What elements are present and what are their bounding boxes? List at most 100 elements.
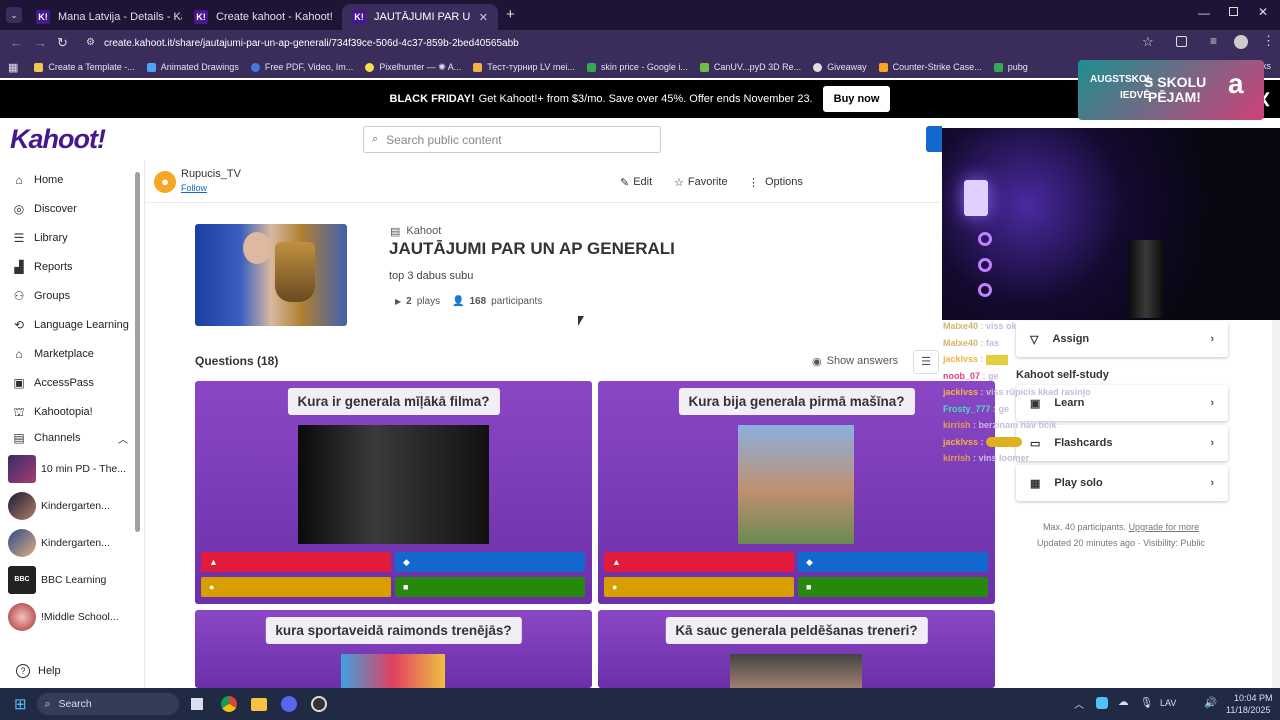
- discord-icon[interactable]: [280, 696, 297, 712]
- channel-item[interactable]: BBC BBC Learning: [0, 561, 140, 598]
- sidebar-item-marketplace[interactable]: ⌂ Marketplace: [0, 339, 140, 368]
- bookmark-item[interactable]: Free PDF, Video, Im...: [250, 62, 353, 72]
- sidebar-item-kahootopia[interactable]: ⛫ Kahootopia!: [0, 397, 140, 426]
- sidebar-item-language-learning[interactable]: ⟲ Language Learning: [0, 310, 140, 339]
- sidebar: ⌂ Home ◎ Discover ☰ Library ▟ Reports ⚇ Group…: [0, 165, 140, 690]
- clock-time[interactable]: 10:04 PM: [1234, 693, 1273, 703]
- media-icon[interactable]: ≡: [1210, 34, 1217, 48]
- bookmark-item[interactable]: CanUV...pyD 3D Re...: [699, 62, 801, 72]
- language-indicator[interactable]: LAV: [1160, 698, 1176, 708]
- search-box[interactable]: ⌕ Search public content: [363, 126, 661, 153]
- bookmark-item[interactable]: Counter-Strike Case...: [878, 62, 982, 72]
- bookmark-item[interactable]: skin price - Google i...: [586, 62, 688, 72]
- volume-icon[interactable]: 🔊: [1204, 696, 1217, 709]
- channel-item[interactable]: Kindergarten...: [0, 524, 140, 561]
- chat-message: jacklvss : viss rūpicis kkad rasinjo: [943, 387, 1091, 397]
- edit-button[interactable]: ✎ Edit: [620, 176, 652, 189]
- reload-icon[interactable]: ↻: [57, 35, 68, 51]
- channel-thumbnail: [8, 528, 36, 557]
- question-card[interactable]: kura sportaveidā raimonds trenējās?: [195, 610, 592, 688]
- sidebar-item-label: Language Learning: [34, 318, 129, 331]
- help-link[interactable]: ? Help: [4, 656, 61, 685]
- back-icon[interactable]: ←: [10, 35, 23, 50]
- play-solo-button[interactable]: ▦ Play solo ›: [1016, 465, 1228, 501]
- sidebar-item-library[interactable]: ☰ Library: [0, 223, 140, 252]
- tab-list-dropdown-icon[interactable]: ⌄: [6, 7, 22, 23]
- channel-label: Kindergarten...: [41, 536, 110, 549]
- browser-tab-3[interactable]: K! JAUTĀJUMI PAR UN AP GENERA ✕: [342, 4, 498, 30]
- chevron-up-icon[interactable]: ︿: [1074, 696, 1084, 711]
- forward-icon[interactable]: →: [34, 35, 47, 50]
- network-icon[interactable]: ☁: [1118, 696, 1129, 708]
- browser-menu-icon[interactable]: ⋮: [1262, 33, 1275, 49]
- answer-green: ■: [798, 577, 988, 597]
- apps-icon[interactable]: ▦: [8, 61, 18, 74]
- chat-message: Frosty_777 : ge: [943, 403, 1010, 414]
- creator-name[interactable]: Rupucis_TV: [181, 168, 241, 180]
- sidebar-scrollbar[interactable]: [135, 172, 140, 532]
- sidebar-item-accesspass[interactable]: ▣ AccessPass: [0, 368, 140, 397]
- chrome-icon[interactable]: [220, 696, 237, 712]
- close-icon[interactable]: ✕: [333, 11, 340, 24]
- can-shape: [1128, 240, 1164, 318]
- browser-tab-1[interactable]: K! Mana Latvija - Details - Kahoot! ✕: [26, 4, 182, 30]
- new-tab-icon[interactable]: +: [506, 6, 515, 23]
- task-view-icon[interactable]: [190, 698, 203, 710]
- follow-link[interactable]: Follow: [181, 183, 207, 193]
- bookmark-item[interactable]: Giveaway: [813, 62, 867, 72]
- profile-avatar[interactable]: [1234, 35, 1248, 49]
- site-info-icon[interactable]: ⚙: [86, 37, 95, 48]
- bookmark-item[interactable]: Pixelhunter — ✺ A...: [365, 62, 461, 73]
- browser-tab-strip: ⌄ K! Mana Latvija - Details - Kahoot! ✕ …: [0, 0, 1280, 30]
- sidebar-item-label: Discover: [34, 202, 77, 215]
- close-window-icon[interactable]: ✕: [1258, 5, 1268, 19]
- kahoot-logo[interactable]: Kahoot!: [10, 124, 106, 155]
- maximize-icon[interactable]: [1229, 7, 1238, 16]
- question-card[interactable]: Kura bija generala pirmā mašīna? ▲ ◆ ● ■: [598, 381, 995, 604]
- question-card[interactable]: Kura ir generala mīļākā filma? ▲ ◆ ● ■: [195, 381, 592, 604]
- header-button[interactable]: [926, 126, 942, 152]
- question-image: [738, 425, 854, 544]
- channel-item[interactable]: Kindergarten...: [0, 487, 140, 524]
- sidebar-item-home[interactable]: ⌂ Home: [0, 165, 140, 194]
- bookmark-item[interactable]: Create a Template -...: [34, 62, 135, 72]
- chevron-right-icon: ›: [1210, 477, 1214, 489]
- sidebar-item-discover[interactable]: ◎ Discover: [0, 194, 140, 223]
- sidebar-item-groups[interactable]: ⚇ Groups: [0, 281, 140, 310]
- channel-item[interactable]: 10 min PD - The...: [0, 450, 140, 487]
- page-scrollbar[interactable]: [1272, 320, 1280, 688]
- favorite-button[interactable]: ☆ Favorite: [674, 176, 728, 189]
- overlay-mark: a: [1228, 68, 1244, 99]
- minimize-icon[interactable]: —: [1198, 6, 1210, 20]
- file-explorer-icon[interactable]: [250, 697, 267, 711]
- microphone-icon[interactable]: 🎙: [1140, 696, 1153, 709]
- buy-now-button[interactable]: Buy now: [822, 86, 891, 112]
- close-icon[interactable]: ✕: [471, 11, 488, 24]
- creator-avatar[interactable]: ●: [154, 171, 176, 193]
- extensions-icon[interactable]: [1176, 36, 1187, 47]
- chat-message: kirrish : berzinam nav ticik: [943, 420, 1057, 430]
- obs-icon[interactable]: [310, 696, 327, 712]
- bookmark-item[interactable]: Тест-турнир LV mei...: [473, 62, 575, 72]
- sidebar-item-label: Library: [34, 231, 68, 244]
- clock-date[interactable]: 11/18/2025: [1226, 705, 1270, 715]
- upgrade-link[interactable]: Upgrade for more: [1129, 522, 1200, 532]
- promo-bold: BLACK FRIDAY!: [389, 93, 475, 105]
- channel-item[interactable]: !Middle School...: [0, 598, 140, 635]
- options-button[interactable]: ⋮ Options: [748, 176, 803, 189]
- question-card[interactable]: Kā sauc generala peldēšanas treneri?: [598, 610, 995, 688]
- sidebar-item-reports[interactable]: ▟ Reports: [0, 252, 140, 281]
- browser-tab-2[interactable]: K! Create kahoot - Kahoot! ✕: [184, 4, 340, 30]
- view-toggle-button[interactable]: ☰: [913, 350, 939, 374]
- address-bar[interactable]: ⚙ create.kahoot.it/share/jautajumi-par-u…: [80, 33, 1160, 53]
- taskbar-search[interactable]: ⌕ Search: [36, 693, 179, 715]
- sidebar-channels-header[interactable]: ▤ Channels ︿: [0, 426, 140, 450]
- show-answers-button[interactable]: ◉ Show answers: [812, 355, 898, 368]
- channel-label: BBC Learning: [41, 573, 107, 586]
- start-icon[interactable]: ⊞: [14, 695, 27, 713]
- chevron-up-icon[interactable]: ︿: [118, 431, 128, 446]
- tray-icon[interactable]: [1096, 697, 1108, 709]
- bookmark-item[interactable]: Animated Drawings: [146, 62, 239, 72]
- search-input[interactable]: Search public content: [386, 133, 501, 147]
- bookmark-item[interactable]: pubg: [993, 62, 1028, 72]
